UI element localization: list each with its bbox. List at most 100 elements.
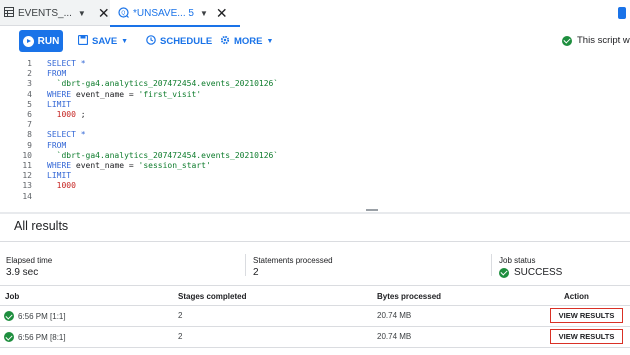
view-results-button[interactable]: VIEW RESULTS <box>550 308 623 323</box>
job-time: 6:56 PM [8:1] <box>18 332 66 342</box>
save-button[interactable]: SAVE ▼ <box>77 32 129 50</box>
code-text: LIMIT <box>47 171 71 181</box>
drag-handle-icon[interactable] <box>366 209 378 211</box>
results-title: All results <box>14 219 69 233</box>
divider <box>0 241 630 242</box>
divider <box>0 347 630 348</box>
script-status-text: This script will <box>577 35 630 46</box>
tab-events-table[interactable]: EVENTS_... ▼ ✕ <box>0 0 110 26</box>
gear-icon <box>220 35 230 48</box>
more-button[interactable]: MORE ▼ <box>220 32 273 50</box>
job-cell: 6:56 PM [1:1] <box>4 311 66 321</box>
schedule-button[interactable]: SCHEDULE <box>146 32 212 50</box>
line-number: 2 <box>27 69 32 79</box>
query-icon: Q <box>118 6 129 21</box>
save-icon <box>77 34 89 48</box>
code-text: 1000 <box>47 181 76 191</box>
job-status-value: SUCCESS <box>514 267 563 278</box>
code-token: LIMIT <box>47 171 72 181</box>
job-time: 6:56 PM [1:1] <box>18 311 66 321</box>
code-text: SELECT * <box>47 130 86 140</box>
clock-icon <box>146 34 156 48</box>
tab-label: *UNSAVE... 5 <box>133 8 194 19</box>
code-text: WHERE event_name = 'session_start' <box>47 161 211 171</box>
tab-bar-empty <box>240 0 630 26</box>
chevron-down-icon: ▼ <box>266 37 274 45</box>
code-token: 'first_visit' <box>138 89 202 99</box>
code-token: event_name = <box>75 89 139 99</box>
run-button[interactable]: RUN <box>19 30 63 52</box>
code-token: WHERE <box>47 161 76 170</box>
check-circle-icon <box>4 332 14 342</box>
code-token: SELECT * <box>47 130 86 140</box>
schedule-label: SCHEDULE <box>160 35 213 47</box>
sql-editor[interactable]: 1 SELECT * 2 FROM 3 `dbrt-ga4.analytics_2074… <box>0 56 630 212</box>
code-token: `dbrt-ga4.analytics_207472454.events_202… <box>47 79 279 89</box>
line-number: 12 <box>22 171 32 181</box>
code-token: SELECT * <box>47 59 86 68</box>
check-circle-icon <box>499 267 509 278</box>
line-number: 14 <box>22 191 32 201</box>
code-text: `dbrt-ga4.analytics_207472454.events_202… <box>47 79 279 89</box>
line-number: 5 <box>27 99 32 109</box>
tab-unsaved-query[interactable]: Q *UNSAVE... 5 ▼ ✕ <box>110 0 240 27</box>
column-header-job: Job <box>5 292 20 301</box>
code-token: 'session_start' <box>138 161 211 170</box>
code-text: FROM <box>47 141 66 151</box>
line-number: 10 <box>22 150 32 160</box>
code-text: FROM <box>47 69 66 79</box>
table-row: 6:56 PM [8:1] 2 20.74 MB VIEW RESULTS <box>0 327 630 347</box>
stages-cell: 2 <box>178 332 183 341</box>
job-status: SUCCESS <box>499 267 562 278</box>
line-number: 7 <box>27 120 32 130</box>
code-text: 1000 ; <box>47 110 86 120</box>
view-results-button[interactable]: VIEW RESULTS <box>550 329 623 344</box>
line-number: 9 <box>27 140 32 150</box>
stages-cell: 2 <box>178 311 183 320</box>
elapsed-time-label: Elapsed time <box>6 256 53 265</box>
run-label: RUN <box>37 35 60 47</box>
column-header-action: Action <box>564 292 589 301</box>
statements-value: 2 <box>253 267 259 278</box>
line-number: 4 <box>27 89 32 99</box>
chevron-down-icon[interactable]: ▼ <box>78 9 86 18</box>
code-token: LIMIT <box>47 99 72 109</box>
bytes-cell: 20.74 MB <box>377 311 412 320</box>
more-label: MORE <box>234 35 263 47</box>
line-number: 6 <box>27 110 32 119</box>
play-icon <box>22 35 34 47</box>
job-status-label: Job status <box>499 256 536 265</box>
query-toolbar: RUN SAVE ▼ SCHEDULE MORE ▼ This script w… <box>0 27 630 55</box>
code-text: SELECT * <box>47 59 86 69</box>
statements-label: Statements processed <box>253 256 333 265</box>
tab-bar: EVENTS_... ▼ ✕ Q *UNSAVE... 5 ▼ ✕ <box>0 0 630 27</box>
chevron-down-icon[interactable]: ▼ <box>200 9 208 18</box>
code-token: 1000 <box>47 181 76 191</box>
divider <box>0 285 630 286</box>
line-number: 1 <box>27 59 32 68</box>
chevron-down-icon: ▼ <box>121 37 129 45</box>
job-cell: 6:56 PM [8:1] <box>4 332 66 342</box>
overflow-indicator <box>618 7 626 19</box>
code-token: `dbrt-ga4.analytics_207472454.events_202… <box>47 150 279 160</box>
check-circle-icon <box>562 35 572 46</box>
code-token: ; <box>75 110 86 119</box>
line-number: 3 <box>27 79 32 89</box>
divider <box>491 254 492 276</box>
column-header-stages: Stages completed <box>178 292 247 301</box>
script-status: This script will <box>562 35 630 46</box>
close-icon[interactable]: ✕ <box>216 5 228 22</box>
code-token: event_name = <box>75 161 139 170</box>
line-number: 8 <box>27 130 32 140</box>
tab-label: EVENTS_... <box>18 7 72 19</box>
close-icon[interactable]: ✕ <box>98 5 110 22</box>
column-header-bytes: Bytes processed <box>377 292 442 301</box>
code-text: LIMIT <box>47 100 71 110</box>
editor-resize-bar[interactable] <box>0 212 630 214</box>
save-label: SAVE <box>92 35 118 47</box>
svg-text:Q: Q <box>121 10 125 16</box>
code-token: FROM <box>47 69 67 79</box>
code-token: WHERE <box>47 89 76 99</box>
bytes-cell: 20.74 MB <box>377 332 412 341</box>
code-token: 1000 <box>47 110 76 119</box>
